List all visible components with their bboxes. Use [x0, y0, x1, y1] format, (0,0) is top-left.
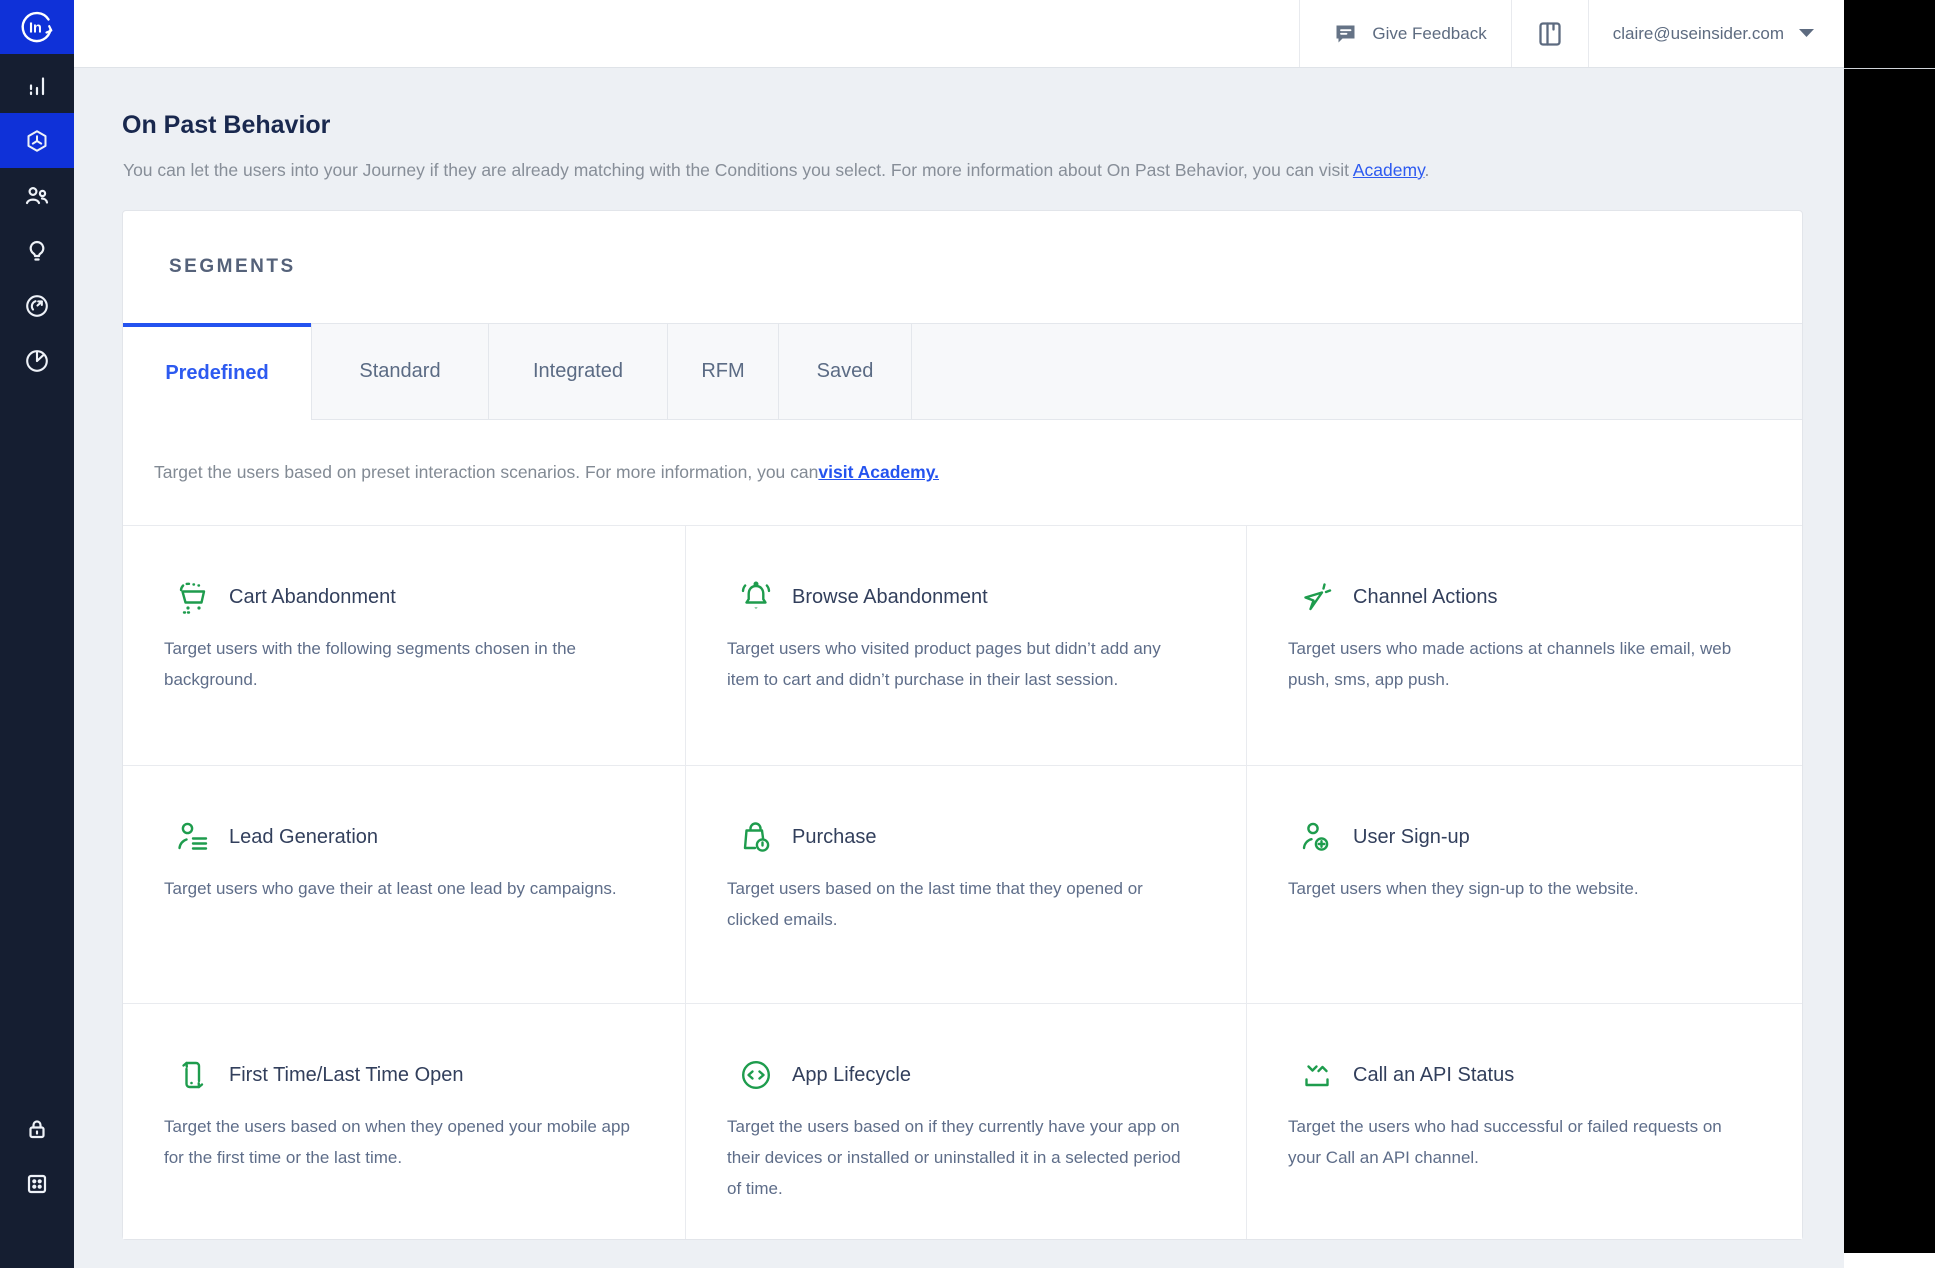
card-description: Target users who made actions at channel… [1288, 633, 1747, 695]
card-title: Purchase [792, 826, 877, 849]
insider-logo-icon: In [18, 8, 56, 46]
tab-description: Target the users based on preset interac… [123, 420, 1802, 525]
card-title: Lead Generation [229, 826, 378, 849]
sidebar-item-privacy[interactable] [0, 1101, 74, 1156]
sidebar-bottom [0, 1101, 74, 1211]
card-description: Target users when they sign-up to the we… [1288, 873, 1747, 904]
feedback-icon [1332, 20, 1359, 47]
segments-tabs: Predefined Standard Integrated RFM Saved [123, 323, 1802, 420]
apps-grid-icon [24, 1171, 50, 1197]
give-feedback-label: Give Feedback [1372, 24, 1486, 44]
card-title: Channel Actions [1353, 586, 1498, 609]
person-plus-icon [1298, 818, 1336, 856]
card-lead-generation[interactable]: Lead Generation Target users who gave th… [123, 765, 685, 1003]
target-icon [24, 293, 50, 319]
docs-button[interactable] [1512, 0, 1588, 67]
person-list-icon [174, 818, 212, 856]
book-icon [1535, 19, 1565, 49]
bar-chart-icon [24, 73, 50, 99]
sidebar-nav [0, 58, 74, 388]
segments-header: SEGMENTS [123, 211, 1802, 323]
cart-icon [174, 578, 212, 616]
card-call-an-api-status[interactable]: Call an API Status Target the users who … [1246, 1003, 1802, 1239]
card-description: Target the users who had successful or f… [1288, 1111, 1747, 1173]
letterbox-line [1844, 68, 1935, 69]
card-title: User Sign-up [1353, 826, 1470, 849]
cube-icon [24, 128, 50, 154]
sidebar-item-realtime[interactable] [0, 278, 74, 333]
tab-saved[interactable]: Saved [778, 323, 911, 420]
tab-integrated[interactable]: Integrated [488, 323, 667, 420]
sidebar-item-ideas[interactable] [0, 223, 74, 278]
segments-panel: SEGMENTS Predefined Standard Integrated … [122, 210, 1803, 1240]
card-browse-abandonment[interactable]: Browse Abandonment Target users who visi… [685, 525, 1246, 765]
tab-rfm[interactable]: RFM [667, 323, 778, 420]
screen-letterbox [1844, 0, 1935, 1253]
page-title: On Past Behavior [122, 111, 330, 140]
sidebar-item-apps[interactable] [0, 1156, 74, 1211]
cursor-click-icon [1298, 578, 1336, 616]
card-title: App Lifecycle [792, 1064, 911, 1087]
card-first-time-last-time-open[interactable]: First Time/Last Time Open Target the use… [123, 1003, 685, 1239]
lock-icon [24, 1116, 50, 1142]
card-description: Target users who visited product pages b… [727, 633, 1191, 695]
bag-clock-icon [737, 818, 775, 856]
bell-icon [737, 578, 775, 616]
card-app-lifecycle[interactable]: App Lifecycle Target the users based on … [685, 1003, 1246, 1239]
segment-cards-grid: Cart Abandonment Target users with the f… [123, 525, 1802, 1239]
page-subtitle: You can let the users into your Journey … [123, 160, 1429, 181]
card-purchase[interactable]: Purchase Target users based on the last … [685, 765, 1246, 1003]
card-title: First Time/Last Time Open [229, 1064, 464, 1087]
account-menu[interactable]: claire@useinsider.com [1589, 0, 1844, 67]
give-feedback-button[interactable]: Give Feedback [1300, 0, 1510, 67]
pie-chart-icon [24, 348, 50, 374]
visit-academy-link[interactable]: visit Academy. [818, 462, 939, 483]
sidebar-item-analytics[interactable] [0, 58, 74, 113]
api-tray-icon [1298, 1056, 1336, 1094]
tab-standard[interactable]: Standard [311, 323, 488, 420]
topbar: Give Feedback claire@useinsider.com [74, 0, 1844, 68]
card-description: Target users with the following segments… [164, 633, 630, 695]
card-cart-abandonment[interactable]: Cart Abandonment Target users with the f… [123, 525, 685, 765]
lightbulb-icon [24, 238, 50, 264]
main-content: On Past Behavior You can let the users i… [74, 68, 1844, 1268]
insider-logo[interactable]: In [0, 0, 74, 54]
card-title: Browse Abandonment [792, 586, 988, 609]
card-title: Call an API Status [1353, 1064, 1514, 1087]
sidebar-item-audience[interactable] [0, 168, 74, 223]
card-user-sign-up[interactable]: User Sign-up Target users when they sign… [1246, 765, 1802, 1003]
card-title: Cart Abandonment [229, 586, 396, 609]
sidebar-item-segments[interactable] [0, 113, 74, 168]
caret-down-icon [1799, 29, 1814, 38]
users-icon [23, 182, 51, 210]
tab-predefined[interactable]: Predefined [123, 323, 311, 420]
account-email: claire@useinsider.com [1613, 24, 1784, 44]
svg-text:In: In [29, 21, 42, 37]
card-channel-actions[interactable]: Channel Actions Target users who made ac… [1246, 525, 1802, 765]
academy-link[interactable]: Academy [1353, 160, 1425, 180]
card-description: Target users who gave their at least one… [164, 873, 630, 904]
card-description: Target the users based on if they curren… [727, 1111, 1191, 1204]
phone-sync-icon [174, 1056, 212, 1094]
sidebar-item-history[interactable] [0, 333, 74, 388]
card-description: Target users based on the last time that… [727, 873, 1191, 935]
tabs-filler [911, 323, 1802, 420]
sidebar: In [0, 0, 74, 1268]
code-circle-icon [737, 1056, 775, 1094]
card-description: Target the users based on when they open… [164, 1111, 630, 1173]
